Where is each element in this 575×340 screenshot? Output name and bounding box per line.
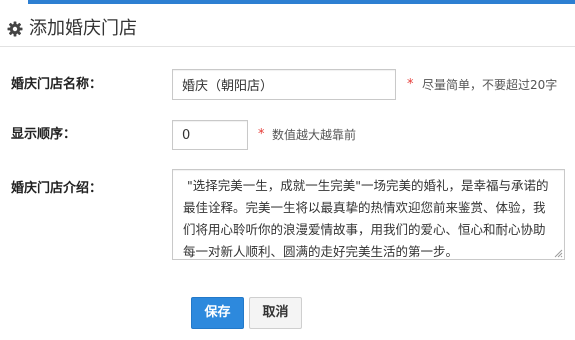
display-order-input[interactable] bbox=[172, 120, 248, 150]
resize-grip-icon[interactable] bbox=[553, 248, 563, 258]
store-name-input[interactable] bbox=[172, 69, 396, 100]
gear-icon bbox=[7, 21, 23, 37]
display-order-hint: 数值越大越靠前 bbox=[272, 128, 357, 142]
display-order-label: 显示顺序： bbox=[11, 127, 77, 142]
page-header: 添加婚庆门店 bbox=[0, 4, 575, 47]
store-intro-textarea[interactable]: "选择完美一生，成就一生完美"一场完美的婚礼，是幸福与承诺的最佳诠释。完美一生将… bbox=[172, 169, 565, 260]
page-title: 添加婚庆门店 bbox=[29, 18, 137, 39]
store-name-hint: 尽量简单，不要超过20字 bbox=[422, 78, 558, 92]
required-mark: * bbox=[258, 127, 265, 142]
store-intro-label: 婚庆门店介绍： bbox=[11, 181, 103, 196]
cancel-button[interactable]: 取消 bbox=[249, 297, 302, 329]
required-mark: * bbox=[407, 77, 414, 92]
store-name-label: 婚庆门店名称： bbox=[11, 77, 103, 92]
save-button[interactable]: 保存 bbox=[191, 297, 244, 329]
